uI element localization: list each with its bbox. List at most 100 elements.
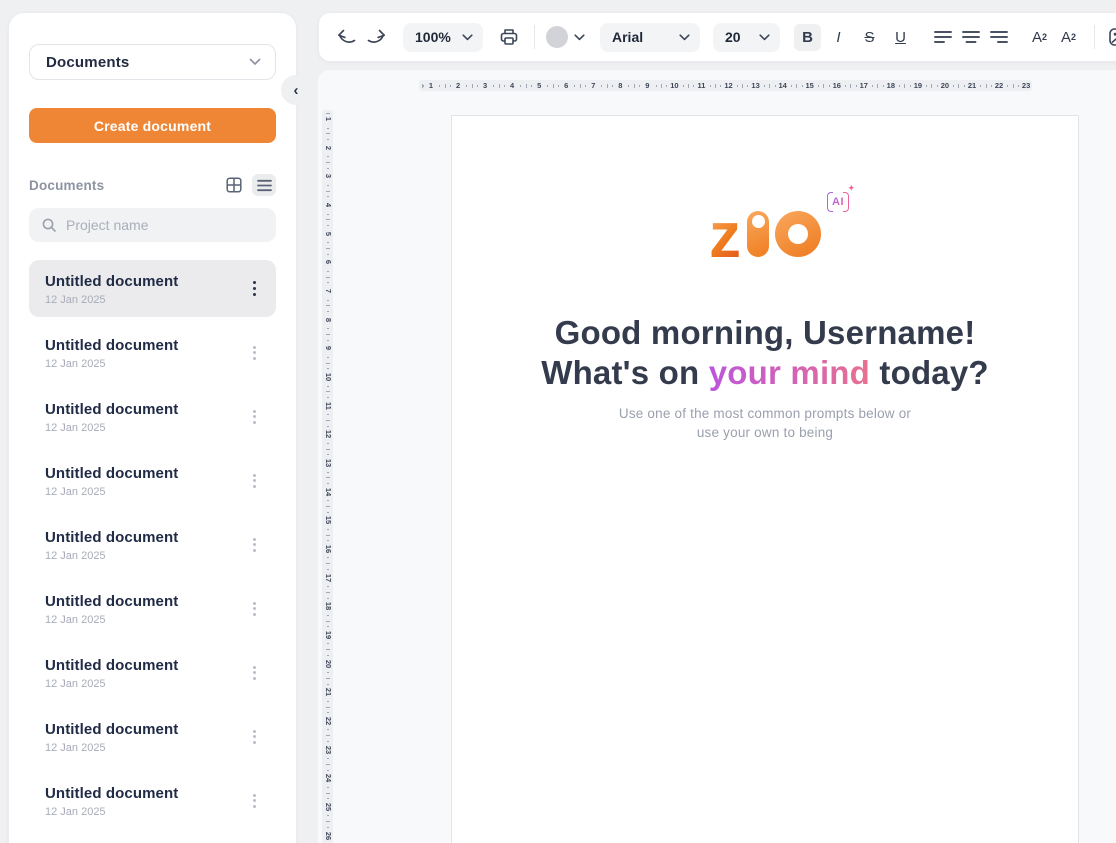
document-date: 12 Jan 2025 — [45, 742, 178, 754]
image-icon — [1108, 27, 1116, 47]
ruler-number: 12 — [324, 430, 332, 438]
view-toggle — [222, 174, 276, 196]
workspace-selector[interactable]: Documents — [29, 44, 276, 80]
underline-button[interactable]: U — [887, 24, 914, 51]
kebab-menu-button[interactable] — [247, 470, 262, 492]
ruler-number: 16 — [324, 545, 332, 553]
search-icon — [41, 217, 57, 233]
vertical-ruler: 1234567891011121314151617181920212223242… — [322, 110, 333, 843]
document-item-text: Untitled document12 Jan 2025 — [45, 656, 178, 690]
undo-button[interactable] — [333, 24, 359, 50]
document-date: 12 Jan 2025 — [45, 614, 178, 626]
ruler-number: 14 — [778, 80, 786, 91]
ruler-number: 15 — [806, 80, 814, 91]
document-item-text: Untitled document12 Jan 2025 — [45, 784, 178, 818]
ruler-number: 17 — [860, 80, 868, 91]
kebab-menu-button[interactable] — [247, 726, 262, 748]
font-size-value: 20 — [725, 29, 741, 45]
subscript-mark: 2 — [1071, 32, 1076, 42]
ruler-number: 6 — [564, 80, 568, 91]
toolbar-divider — [534, 25, 535, 49]
chevron-down-icon — [249, 58, 261, 66]
document-list-item[interactable]: Untitled document12 Jan 2025 — [29, 516, 276, 573]
toolbar-divider — [1094, 25, 1095, 49]
ruler-number: 5 — [537, 80, 541, 91]
redo-button[interactable] — [363, 24, 389, 50]
greeting-subtitle: Use one of the most common prompts below… — [452, 404, 1078, 442]
ruler-number: 21 — [324, 688, 332, 696]
text-color-swatch[interactable] — [546, 26, 568, 48]
document-title: Untitled document — [45, 336, 178, 355]
ruler-number: 3 — [324, 174, 332, 178]
zoom-select[interactable]: 100% — [403, 23, 483, 52]
document-item-text: Untitled document12 Jan 2025 — [45, 464, 178, 498]
document-title: Untitled document — [45, 720, 178, 739]
document-list-item[interactable]: Untitled document12 Jan 2025 — [29, 452, 276, 509]
italic-button[interactable]: I — [825, 24, 852, 51]
bold-button[interactable]: B — [794, 24, 821, 51]
kebab-menu-button[interactable] — [247, 277, 263, 301]
align-right-button[interactable] — [986, 24, 1012, 50]
ruler-number: 18 — [324, 602, 332, 610]
kebab-menu-button[interactable] — [247, 534, 262, 556]
ruler-number: 20 — [941, 80, 949, 91]
ruler-number: 4 — [510, 80, 514, 91]
ai-badge-brackets — [827, 192, 849, 212]
ruler-number: 3 — [483, 80, 487, 91]
chevron-down-icon[interactable] — [574, 34, 585, 41]
zio-logo: z AI ✦ — [709, 209, 821, 257]
document-list-item[interactable]: Untitled document12 Jan 2025 — [29, 388, 276, 445]
ruler-number: 23 — [324, 745, 332, 753]
ruler-number: 19 — [324, 631, 332, 639]
document-list-item[interactable]: Untitled document12 Jan 2025 — [29, 772, 276, 829]
document-item-text: Untitled document 12 Jan 2025 — [45, 720, 178, 754]
kebab-menu-button[interactable] — [247, 342, 262, 364]
strikethrough-button[interactable]: S — [856, 24, 883, 51]
greeting-line2-suffix: today? — [870, 354, 989, 391]
align-left-button[interactable] — [930, 24, 956, 50]
document-item-text: Untitled document 12 Jan 2025 — [45, 592, 178, 626]
ruler-number: 7 — [591, 80, 595, 91]
ruler-number: 1 — [324, 117, 332, 121]
document-title: Untitled document — [45, 592, 178, 611]
ruler-number: 23 — [1022, 80, 1030, 91]
document-date: 12 Jan 2025 — [45, 678, 178, 690]
align-left-icon — [934, 30, 952, 44]
document-title: Untitled document — [45, 400, 178, 419]
document-list-item[interactable]: Untitled document12 Jan 2025 — [29, 260, 276, 317]
sidebar: Documents Create document Documents — [8, 12, 297, 843]
list-view-icon[interactable] — [252, 174, 276, 196]
greeting-line2-prefix: What's on — [541, 354, 709, 391]
subscript-button[interactable]: A2 — [1055, 24, 1082, 51]
create-document-button[interactable]: Create document — [29, 108, 276, 143]
document-list-item[interactable]: Untitled document 12 Jan 2025 — [29, 708, 276, 765]
kebab-menu-button[interactable] — [247, 598, 262, 620]
subscript-letter: A — [1061, 29, 1071, 46]
ruler-number: 8 — [324, 318, 332, 322]
zoom-value: 100% — [415, 29, 451, 45]
kebab-menu-button[interactable] — [247, 406, 262, 428]
grid-view-icon[interactable] — [222, 174, 246, 196]
document-date: 12 Jan 2025 — [45, 806, 178, 818]
document-list-item[interactable]: Untitled document12 Jan 2025 — [29, 644, 276, 701]
toolbar: 100% Arial 20 B I — [318, 12, 1116, 62]
kebab-menu-button[interactable] — [247, 790, 262, 812]
font-size-select[interactable]: 20 — [713, 23, 780, 52]
editor-area: 1234567891011121314151617181920212223 12… — [318, 70, 1116, 843]
font-family-select[interactable]: Arial — [600, 23, 700, 52]
align-center-button[interactable] — [958, 24, 984, 50]
document-list-item[interactable]: Untitled document12 Jan 2025 — [29, 324, 276, 381]
sparkle-icon: ✦ — [847, 183, 855, 194]
search-input[interactable] — [66, 217, 264, 233]
superscript-button[interactable]: A2 — [1026, 24, 1053, 51]
documents-section-header: Documents — [29, 174, 276, 196]
ruler-number: 24 — [324, 774, 332, 782]
document-date: 12 Jan 2025 — [45, 294, 178, 306]
insert-image-button[interactable] — [1105, 24, 1116, 50]
print-button[interactable] — [496, 24, 522, 50]
kebab-menu-button[interactable] — [247, 662, 262, 684]
document-list-item[interactable]: Untitled document 12 Jan 2025 — [29, 580, 276, 637]
document-page[interactable]: z AI ✦ Good morning, Username! What's on… — [451, 115, 1079, 843]
document-title: Untitled document — [45, 528, 178, 547]
sidebar-collapse-button[interactable]: ‹ — [281, 75, 311, 105]
